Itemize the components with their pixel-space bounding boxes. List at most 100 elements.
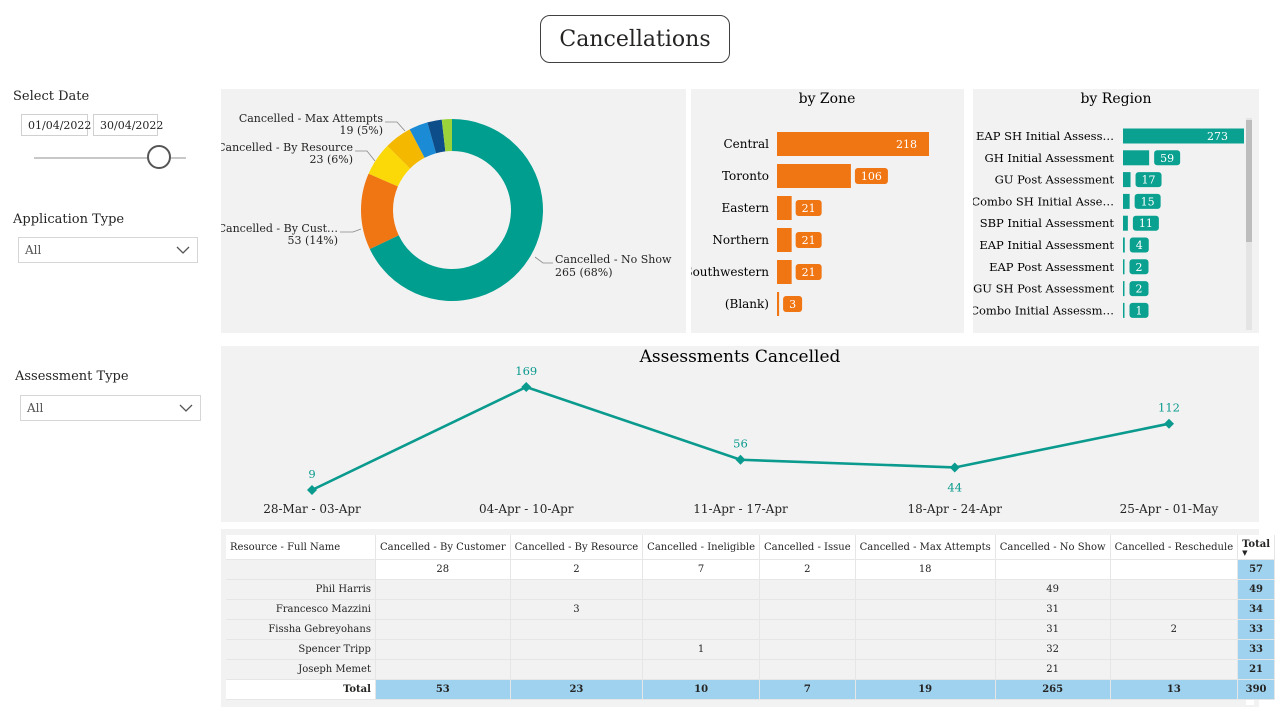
data-point[interactable] — [1164, 418, 1174, 429]
table-cell: 2 — [510, 559, 644, 580]
assessments-line-chart: Assessments Cancelled 9 28-Mar - 03-Apr 16… — [263, 347, 1219, 516]
region-bar[interactable] — [1123, 172, 1131, 188]
table-cell: 2 — [759, 559, 856, 580]
zone-bar[interactable] — [777, 164, 851, 188]
data-label: 9 — [308, 467, 315, 481]
table-cell — [855, 639, 996, 660]
matrix-header-name[interactable]: Resource - Full Name — [226, 535, 376, 560]
matrix-header[interactable]: Cancelled - By Customer — [375, 535, 511, 560]
line-chart-panel: Assessments Cancelled 9 28-Mar - 03-Apr 16… — [221, 346, 1259, 522]
total-row-label: Total — [226, 679, 376, 700]
matrix-header[interactable]: Cancelled - Max Attempts — [855, 535, 996, 560]
region-category-label: EAP Initial Assessment — [979, 238, 1114, 252]
date-slider-handle[interactable] — [147, 145, 171, 169]
table-cell — [855, 579, 996, 600]
donut-chart: Cancelled - Max Attempts 19 (5%) Cancell… — [217, 112, 672, 301]
table-total-row: Total 53 23 10 7 19 265 13 390 — [226, 679, 1275, 700]
table-cell: 1 — [642, 639, 761, 660]
zone-bar[interactable] — [777, 196, 792, 220]
table-row[interactable]: Francesco Mazzini 3 31 34 — [226, 599, 1275, 620]
region-data-label: 11 — [1139, 217, 1153, 230]
assessment-type-value: All — [27, 401, 44, 415]
table-cell — [642, 579, 761, 600]
table-cell — [510, 659, 644, 680]
table-cell — [642, 659, 761, 680]
total-row-cell: 53 — [375, 679, 511, 700]
table-cell — [375, 579, 511, 600]
matrix-header-total[interactable]: Total ▼ — [1237, 535, 1275, 560]
sort-desc-icon[interactable]: ▼ — [1242, 549, 1270, 556]
data-point[interactable] — [307, 485, 317, 495]
table-row[interactable]: Joseph Memet 21 21 — [226, 659, 1275, 680]
region-bar[interactable] — [1123, 259, 1125, 275]
region-bar[interactable] — [1123, 237, 1125, 253]
table-cell — [759, 579, 856, 600]
assessment-type-dropdown[interactable]: All — [20, 395, 201, 421]
total-row-cell: 390 — [1237, 679, 1275, 700]
row-total-cell: 57 — [1237, 559, 1275, 580]
table-row[interactable]: Spencer Tripp 1 32 33 — [226, 639, 1275, 660]
table-row[interactable]: 28 2 7 2 18 57 — [226, 559, 1275, 580]
matrix-header[interactable]: Cancelled - No Show — [995, 535, 1111, 560]
application-type-label: Application Type — [13, 212, 125, 227]
date-end-input[interactable]: 30/04/2022 — [93, 114, 163, 136]
region-bar[interactable] — [1123, 302, 1125, 318]
data-point[interactable] — [949, 462, 960, 473]
chevron-down-icon — [179, 404, 193, 412]
zone-bar[interactable] — [777, 260, 792, 284]
table-cell: 31 — [995, 599, 1111, 620]
table-cell — [375, 599, 511, 620]
x-tick-label: 28-Mar - 03-Apr — [263, 502, 361, 516]
region-bar[interactable] — [1123, 281, 1125, 297]
region-data-label: 17 — [1142, 174, 1156, 187]
zone-chart-title: by Zone — [799, 91, 856, 107]
region-category-label: GU Post Assessment — [995, 173, 1115, 187]
x-tick-label: 25-Apr - 01-May — [1120, 502, 1219, 516]
table-row[interactable]: Fissha Gebreyohans 31 2 33 — [226, 619, 1275, 640]
region-category-label: GH Initial Assessment — [985, 151, 1115, 165]
zone-data-label: 218 — [896, 138, 917, 151]
donut-panel: Cancelled - Max Attempts 19 (5%) Cancell… — [217, 89, 686, 333]
row-total-cell: 34 — [1237, 599, 1275, 620]
data-point[interactable] — [735, 454, 746, 465]
zone-bar[interactable] — [777, 228, 792, 252]
row-name-cell: Fissha Gebreyohans — [226, 619, 376, 640]
matrix-header[interactable]: Cancelled - Ineligible — [642, 535, 761, 560]
table-cell — [759, 599, 856, 620]
zone-category-label: Northern — [712, 233, 769, 247]
region-data-label: 15 — [1141, 195, 1155, 208]
region-bar-chart: by Region EAP SH Initial Assess… 273 GH In… — [970, 91, 1252, 330]
region-category-label: EAP Post Assessment — [989, 260, 1114, 274]
matrix-header[interactable]: Cancelled - By Resource — [510, 535, 644, 560]
chevron-down-icon — [176, 246, 190, 254]
matrix-header[interactable]: Cancelled - Issue — [759, 535, 856, 560]
region-chart-title: by Region — [1080, 91, 1151, 107]
total-row-cell: 13 — [1110, 679, 1239, 700]
application-type-dropdown[interactable]: All — [18, 237, 198, 263]
region-panel: by Region EAP SH Initial Assess… 273 GH In… — [970, 89, 1259, 333]
zone-category-label: (Blank) — [725, 297, 769, 311]
zone-bar[interactable] — [777, 292, 780, 316]
region-bar[interactable] — [1123, 150, 1150, 166]
table-cell — [642, 619, 761, 640]
data-point[interactable] — [521, 382, 532, 392]
donut-slice-1[interactable] — [361, 173, 399, 250]
region-scrollbar-thumb[interactable] — [1246, 120, 1252, 242]
region-category-label: GU SH Post Assessment — [973, 282, 1114, 296]
data-label: 56 — [733, 437, 748, 451]
zone-category-label: Southwestern — [691, 265, 769, 279]
zone-data-label: 21 — [802, 266, 816, 279]
select-date-label: Select Date — [13, 89, 90, 104]
region-bar[interactable] — [1123, 193, 1130, 209]
table-cell — [1110, 559, 1239, 580]
matrix-header[interactable]: Cancelled - Reschedule — [1110, 535, 1239, 560]
total-row-cell: 19 — [855, 679, 996, 700]
region-bar[interactable] — [1123, 215, 1128, 231]
table-row[interactable]: Phil Harris 49 49 — [226, 579, 1275, 600]
x-tick-label: 04-Apr - 10-Apr — [479, 502, 574, 516]
total-row-cell: 265 — [995, 679, 1111, 700]
date-start-input[interactable]: 01/04/2022 — [21, 114, 91, 136]
data-label: 169 — [515, 364, 537, 378]
total-row-cell: 23 — [510, 679, 644, 700]
zone-category-label: Eastern — [722, 201, 770, 215]
